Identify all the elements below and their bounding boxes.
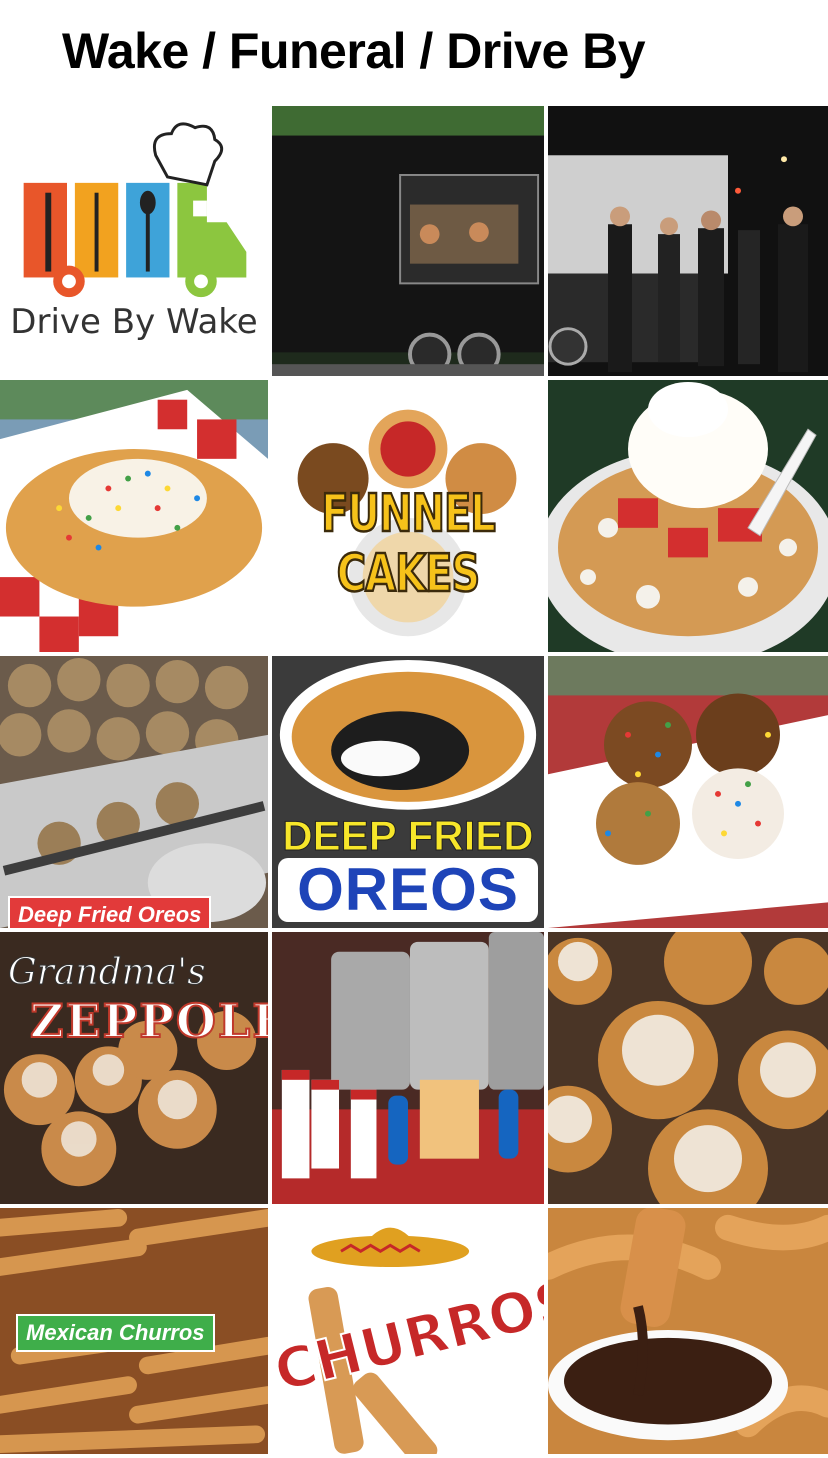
churro-chocolate-dip-photo-icon — [548, 1208, 828, 1454]
night-event-photo-icon — [548, 106, 828, 376]
tile-mexican-churros[interactable]: Mexican Churros — [0, 1208, 272, 1458]
oreos-label: OREOS — [278, 858, 538, 922]
oreo-bowl-photo-icon — [548, 656, 828, 928]
zeppoles-closeup-photo-icon — [548, 932, 828, 1204]
tile-zeppoles-closeup[interactable] — [548, 932, 828, 1208]
zeppoles-label: ZEPPOLES — [29, 993, 268, 1049]
tile-churros-chocolate[interactable] — [548, 1208, 828, 1458]
deep-fried-label: DEEP FRIED — [282, 812, 534, 860]
deep-fried-oreos-caption: Deep Fried Oreos — [8, 896, 212, 928]
tile-grandmas-zeppoles[interactable]: Grandma's ZEPPOLES — [0, 932, 272, 1208]
coffee-station-photo-icon — [272, 932, 544, 1204]
strawberry-funnel-cake-photo-icon — [548, 380, 828, 652]
mexican-churros-caption: Mexican Churros — [16, 1314, 215, 1352]
tile-funnel-cakes-logo[interactable]: FUNNEL CAKES — [272, 380, 548, 656]
page-title: Wake / Funeral / Drive By — [62, 23, 646, 79]
food-trailer-photo-icon — [272, 106, 544, 376]
oreo-tray-photo-icon — [0, 656, 268, 928]
tile-funnel-cake-strawberry[interactable] — [548, 380, 828, 656]
tile-funnel-cake-sprinkles[interactable] — [0, 380, 272, 656]
logo-label: Drive By Wake — [10, 302, 258, 342]
grandmas-script-label: Grandma's — [8, 952, 207, 994]
photo-grid: Drive By Wake FUNNEL CAKES Deep Fried Or… — [0, 106, 828, 1458]
tile-churros-logo[interactable]: CHURROS — [272, 1208, 548, 1458]
tile-food-trucks-night[interactable] — [548, 106, 828, 380]
tile-drive-by-wake-logo[interactable]: Drive By Wake — [0, 106, 272, 380]
funnel-cake-photo-icon — [0, 380, 268, 652]
funnel-cakes-label: FUNNEL CAKES — [320, 483, 497, 605]
tile-oreos-trays[interactable]: Deep Fried Oreos — [0, 656, 272, 932]
tile-coffee-station[interactable] — [272, 932, 548, 1208]
tile-deep-fried-oreos-logo[interactable]: DEEP FRIED OREOS — [272, 656, 548, 932]
tile-food-trailer-day[interactable] — [272, 106, 548, 380]
tile-oreos-bowl[interactable] — [548, 656, 828, 932]
